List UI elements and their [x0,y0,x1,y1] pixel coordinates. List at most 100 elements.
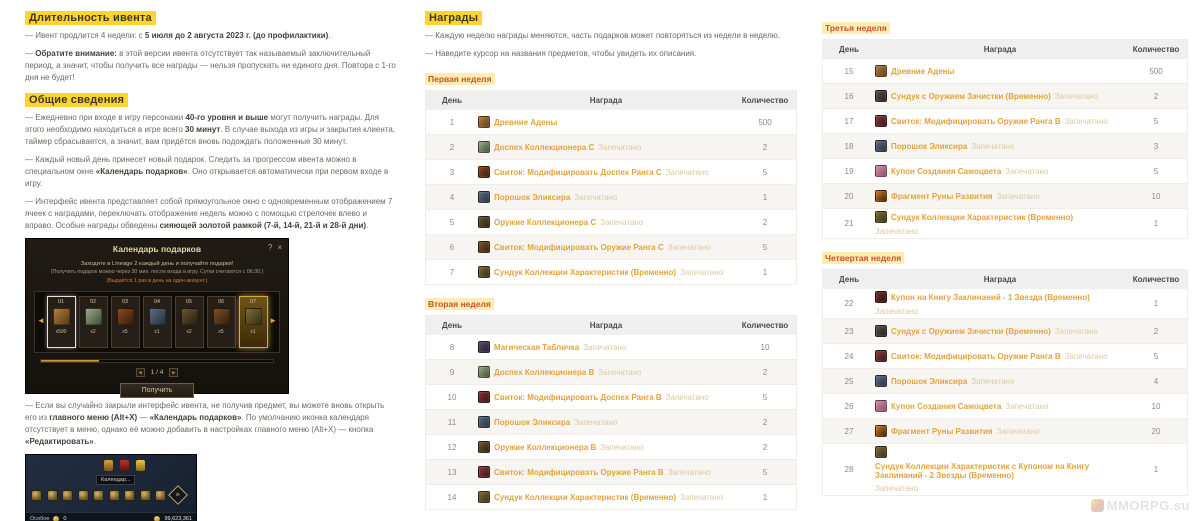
table-row: 4 Порошок Эликсира Запечатано 1 [426,185,796,210]
reward-cell: Древние Адены [875,65,1125,77]
item-link[interactable]: Доспех Коллекционера B [494,368,594,377]
item-link[interactable]: Купон Создания Самоцвета [891,402,1001,411]
quantity-cell: 2 [762,142,768,152]
week4-heading: Четвертая неделя [822,252,905,264]
calendar-day-cell: 05 x2 [174,296,204,348]
day-cell: 9 [449,367,455,377]
item-link[interactable]: Сундук с Оружием Зачистки (Временно) [891,92,1051,101]
day-cell: 6 [449,242,455,252]
table-row: 23 Сундук с Оружием Зачистки (Временно) За… [823,319,1187,344]
right-column: Третья неделя День Награда Количество 15 Дре… [822,0,1188,496]
week2-heading: Вторая неделя [425,298,494,310]
paragraph: — Если вы случайно закрыли интерфейс иве… [25,401,385,446]
calendar-cells: 01 x500 02 x2 03 x5 04 x1 05 x2 06 x5 07 x1 [46,296,268,348]
cell-quantity: x500 [55,329,67,335]
item-link[interactable]: Порошок Эликсира [494,193,570,202]
calendar-text-line3: (Выдаётся 1 раз в день на один аккаунт.) [106,278,208,284]
paragraph: — Интерфейс ивента представляет собой пр… [25,197,393,230]
stat-chest-icon [478,491,490,503]
week4-rewards-table: День Награда Количество 22 Купон на Книгу За… [822,269,1188,496]
stat-chest-icon [875,211,887,223]
reward-cell: Свиток: Модифицировать Доспех Ранга B Зап… [478,391,734,403]
day-cell: 13 [447,467,457,477]
item-link[interactable]: Свиток: Модифицировать Оружие Ранга B [891,352,1061,361]
cell-quantity: x2 [186,329,192,335]
quantity-cell: 4 [1153,376,1159,386]
reward-cell: Свиток: Модифицировать Оружие Ранга C Зап… [478,241,734,253]
item-link[interactable]: Порошок Эликсира [891,377,967,386]
quantity-cell: 5 [762,392,768,402]
rune-fragment-icon [875,190,887,202]
cell-quantity: x1 [250,329,256,335]
table-row: 8 Магическая Табличка Запечатано 10 [426,335,796,360]
calendar-next-arrow-icon: ► [269,316,277,325]
reward-cell: Купон на Книгу Заклинаний - 1 Звезда (Вр… [875,291,1125,316]
section-title-general: Общие сведения [25,93,129,107]
calendar-text-line2: (Получить подарок можно через 30 мин. по… [50,269,264,275]
elixir-powder-icon [478,416,490,428]
item-link[interactable]: Порошок Эликсира [891,142,967,151]
item-link[interactable]: Древние Адены [494,118,557,127]
item-link[interactable]: Свиток: Модифицировать Оружие Ранга B [494,468,664,477]
adena-icon [478,116,490,128]
day-cell: 2 [449,142,455,152]
reward-cell: Сундук с Оружием Зачистки (Временно) Запе… [875,90,1125,102]
watermark-logo-icon [1090,499,1104,512]
item-link[interactable]: Оружие Коллекционера C [494,218,596,227]
reward-cell: Свиток: Модифицировать Оружие Ранга B Зап… [875,115,1125,127]
table-row: 6 Свиток: Модифицировать Оружие Ранга C За… [426,235,796,260]
item-link[interactable]: Свиток: Модифицировать Доспех Ранга C [494,168,662,177]
middle-column: Награды — Каждую неделю награды меняются… [425,0,797,510]
section-title-rewards: Награды [425,11,483,25]
reward-cell: Доспех Коллекционера C Запечатано [478,141,734,153]
item-link[interactable]: Сундук Коллекции Характеристик (Временно… [494,493,676,502]
item-link[interactable]: Купон на Книгу Заклинаний - 1 Звезда (Вр… [891,293,1090,302]
paragraph: — Каждый новый день принесет новый подар… [25,155,389,188]
table-row: 19 Купон Создания Самоцвета Запечатано 5 [823,159,1187,184]
item-link[interactable]: Свиток: Модифицировать Доспех Ранга B [494,393,662,402]
item-link[interactable]: Фрагмент Руны Развития [891,192,993,201]
scroll-weapon-b-icon [478,466,490,478]
reward-cell: Сундук Коллекции Характеристик (Временно… [875,211,1125,236]
reward-cell: Купон Создания Самоцвета Запечатано [875,400,1125,412]
game-menu-icon [93,489,104,501]
day-cell: 23 [844,326,854,336]
table-row: 12 Оружие Коллекционера B Запечатано 2 [426,435,796,460]
column-header: Количество [741,321,789,330]
reward-cell: Оружие Коллекционера C Запечатано [478,216,734,228]
calendar-text-line1: Заходите в Lineage 2 каждый день и получ… [80,261,234,267]
scroll-armor-icon [478,166,490,178]
quantity-cell: 500 [1149,66,1163,76]
item-link[interactable]: Фрагмент Руны Развития [891,427,993,436]
sealed-label: Запечатано [665,392,709,402]
calendar-prev-arrow-icon: ◄ [37,316,45,325]
day-cell: 12 [447,442,457,452]
game-menu-icon [31,489,42,501]
reward-cell: Сундук Коллекции Характеристик (Временно… [478,266,734,278]
item-link[interactable]: Магическая Табличка [494,343,579,352]
adena-coin-icon [154,516,161,521]
table-row: 17 Свиток: Модифицировать Оружие Ранга BЗ… [823,109,1187,134]
table-header-row: День Награда Количество [426,316,796,335]
item-link[interactable]: Свиток: Модифицировать Оружие Ранга B [891,117,1061,126]
item-link[interactable]: Сундук с Оружием Зачистки (Временно) [891,327,1051,336]
item-link[interactable]: Оружие Коллекционера B [494,443,596,452]
table-row: 9 Доспех Коллекционера B Запечатано 2 [426,360,796,385]
item-link[interactable]: Сундук Коллекции Характеристик (Временно… [494,268,676,277]
item-link[interactable]: Доспех Коллекционера C [494,143,594,152]
item-link[interactable]: Древние Адены [891,67,954,76]
item-link[interactable]: Свиток: Модифицировать Оружие Ранга C [494,243,664,252]
item-link[interactable]: Сундук Коллекции Характеристик (Временно… [891,213,1073,222]
stat-chest-icon [478,266,490,278]
day-cell: 7 [449,267,455,277]
cell-day-number: 03 [121,299,129,305]
day-cell: 26 [844,401,854,411]
quantity-cell: 10 [1151,191,1161,201]
item-link[interactable]: Порошок Эликсира [494,418,570,427]
reward-cell: Свиток: Модифицировать Доспех Ранга C Зап… [478,166,734,178]
item-link[interactable]: Купон Создания Самоцвета [891,167,1001,176]
calendar-window-title: Календарь подарков [112,244,202,254]
reward-cell: Фрагмент Руны Развития Запечатано [875,425,1125,437]
item-link[interactable]: Сундук Коллекции Характеристик с Купоном… [875,462,1119,480]
table-header-row: День Награда Количество [823,40,1187,59]
